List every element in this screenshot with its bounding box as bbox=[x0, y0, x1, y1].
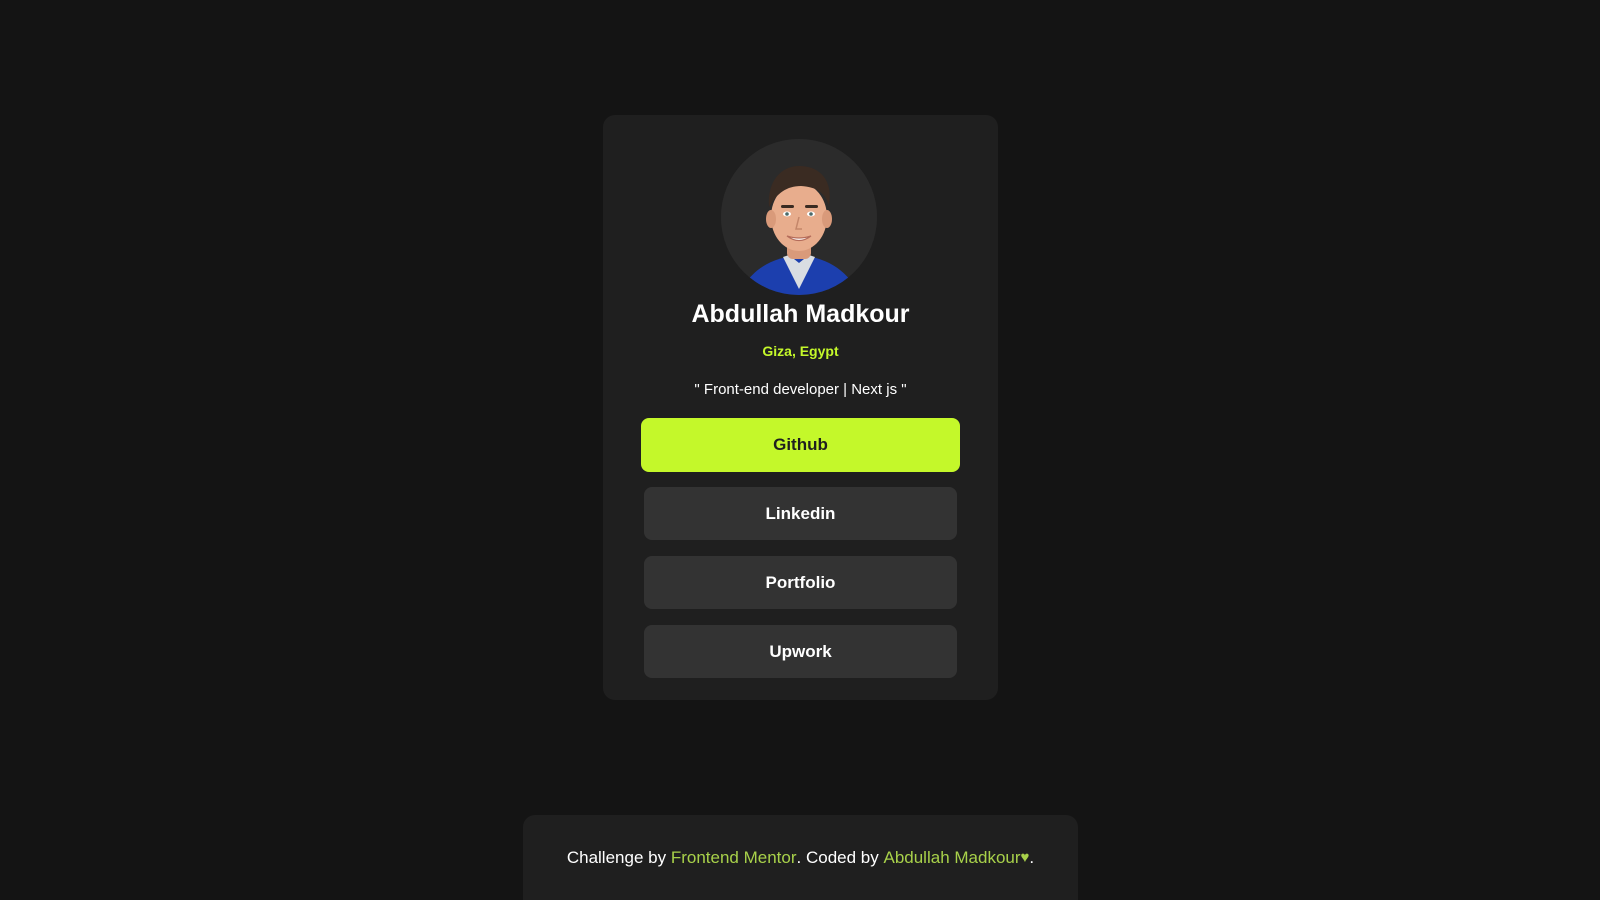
attribution-footer: Challenge by Frontend Mentor. Coded by A… bbox=[523, 815, 1078, 900]
profile-card: Abdullah Madkour Giza, Egypt " Front-end… bbox=[603, 115, 998, 700]
upwork-button[interactable]: Upwork bbox=[644, 625, 957, 678]
heart-icon: ♥ bbox=[1020, 849, 1030, 866]
footer-suffix: . bbox=[1029, 847, 1035, 867]
frontend-mentor-link[interactable]: Frontend Mentor bbox=[671, 848, 797, 868]
footer-prefix: Challenge by bbox=[566, 847, 667, 867]
linkedin-button[interactable]: Linkedin bbox=[644, 487, 957, 540]
avatar bbox=[721, 139, 877, 295]
profile-name: Abdullah Madkour bbox=[691, 300, 910, 328]
profile-location: Giza, Egypt bbox=[762, 343, 839, 359]
github-button[interactable]: Github bbox=[641, 418, 960, 472]
profile-bio: " Front-end developer | Next js " bbox=[694, 381, 907, 398]
footer-middle: . Coded by bbox=[796, 847, 879, 867]
author-link[interactable]: Abdullah Madkour bbox=[883, 848, 1020, 868]
portfolio-button[interactable]: Portfolio bbox=[644, 556, 957, 609]
